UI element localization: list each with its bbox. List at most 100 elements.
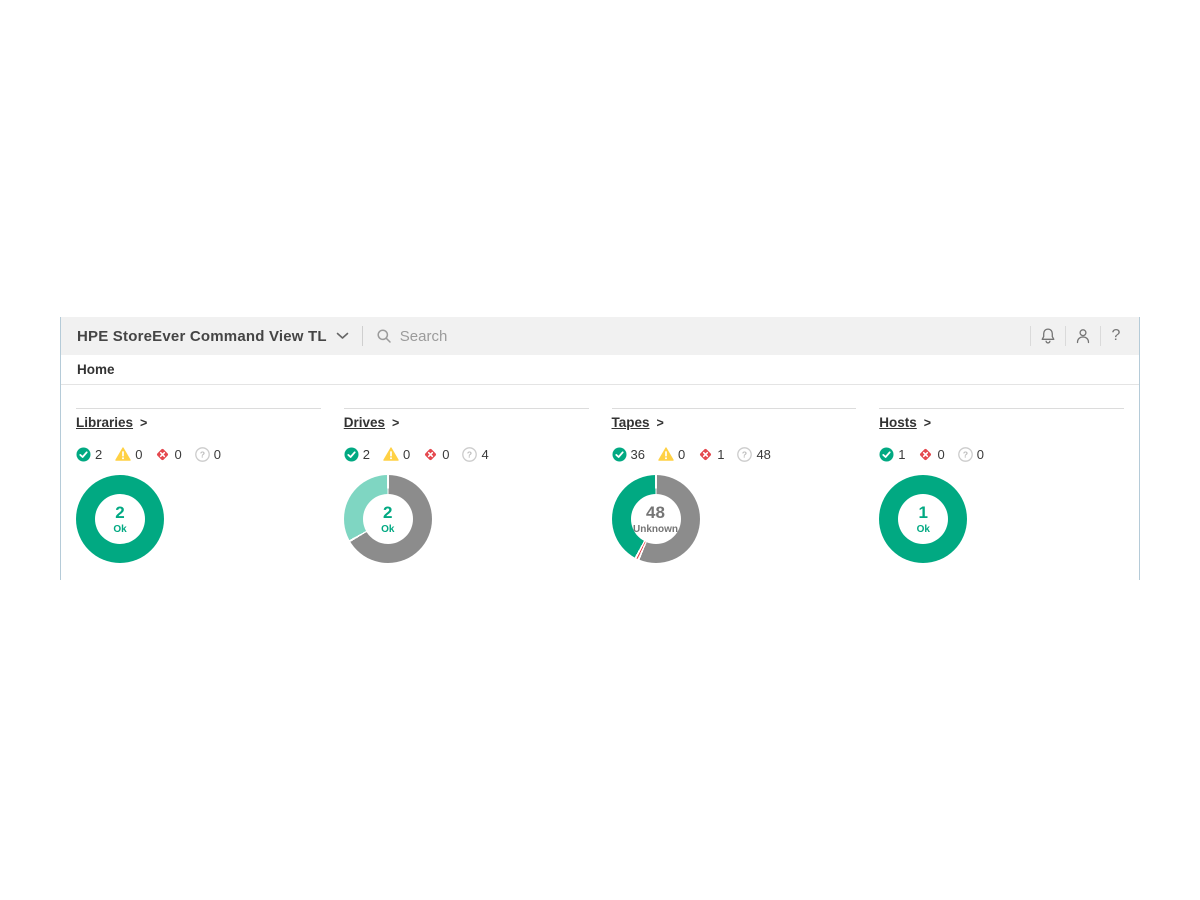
- chevron-right-icon: >: [140, 416, 148, 430]
- search-box[interactable]: [376, 327, 620, 345]
- unknown-icon: ?: [957, 446, 973, 462]
- notifications-button[interactable]: [1031, 319, 1065, 353]
- status-count: 36: [630, 446, 645, 462]
- donut-value: 1: [918, 502, 928, 522]
- ok-icon: [76, 447, 91, 462]
- status-critical: 1: [698, 447, 724, 462]
- drives-donut-chart: 2 Ok: [343, 475, 432, 563]
- search-icon: [376, 328, 392, 344]
- tapes-donut-chart: 48 Unknown: [611, 475, 700, 563]
- status-critical: 0: [918, 446, 945, 462]
- warning-icon: [383, 447, 399, 461]
- chevron-right-icon: >: [656, 416, 664, 430]
- status-ok: 36: [612, 447, 645, 462]
- status-count: 0: [213, 446, 221, 462]
- svg-text:?: ?: [467, 449, 472, 459]
- unknown-icon: ?: [194, 446, 210, 462]
- libraries-status-row: 2 0 0? 0: [76, 446, 321, 462]
- command-view-window: HPE StoreEver Command View TL Search ? H…: [60, 317, 1140, 580]
- status-count: 0: [976, 446, 984, 462]
- ok-icon: [879, 447, 894, 462]
- unknown-icon: ?: [462, 446, 478, 462]
- panel-drives: Drives > 2 0 0? 4 2 Ok: [343, 408, 589, 563]
- panel-libraries: Libraries > 2 0 0? 0 2 Ok: [76, 408, 321, 563]
- status-unknown: ? 0: [194, 446, 221, 462]
- panel-hosts: Hosts > 1 0? 0 1 Ok: [879, 408, 1124, 563]
- donut-value: 48: [646, 502, 665, 522]
- hosts-link[interactable]: Hosts: [879, 415, 917, 430]
- chevron-down-icon[interactable]: [336, 332, 349, 340]
- drives-status-row: 2 0 0? 4: [344, 446, 589, 462]
- status-warning: 0: [658, 447, 685, 462]
- divider: [361, 326, 363, 346]
- status-count: 2: [362, 446, 370, 462]
- warning-icon: [658, 447, 674, 461]
- help-button[interactable]: ?: [1101, 319, 1131, 353]
- donut-center: 48 Unknown: [630, 494, 681, 544]
- breadcrumb-home[interactable]: Home: [77, 362, 115, 377]
- status-unknown: ? 0: [957, 446, 984, 462]
- status-warning: 0: [115, 447, 142, 462]
- status-ok: 2: [344, 447, 370, 462]
- tapes-link[interactable]: Tapes: [612, 415, 650, 430]
- status-count: 0: [135, 446, 143, 462]
- critical-icon: [155, 447, 170, 462]
- status-critical: 0: [155, 446, 182, 462]
- chevron-right-icon: >: [392, 416, 400, 430]
- donut-status-label: Unknown: [633, 523, 678, 535]
- top-bar: HPE StoreEver Command View TL Search ?: [61, 317, 1139, 355]
- warning-icon: [115, 447, 131, 461]
- status-count: 1: [717, 446, 725, 462]
- critical-icon: [698, 447, 713, 462]
- status-count: 0: [677, 446, 686, 462]
- status-critical: 0: [423, 447, 449, 462]
- dashboard-content: Libraries > 2 0 0? 0 2 Ok Drives > 2 0 0? 4: [61, 408, 1139, 563]
- hosts-status-row: 1 0? 0: [879, 446, 1124, 462]
- svg-text:?: ?: [200, 449, 205, 459]
- chevron-right-icon: >: [923, 416, 932, 430]
- donut-value: 2: [115, 502, 125, 522]
- tapes-status-row: 36 0 1? 48: [612, 446, 857, 462]
- status-unknown: ? 48: [737, 446, 771, 462]
- topbar-actions: ?: [1030, 319, 1131, 353]
- donut-center: 2 Ok: [95, 494, 145, 544]
- status-ok: 2: [76, 447, 102, 462]
- person-icon: [1074, 327, 1092, 345]
- unknown-icon: ?: [737, 446, 753, 462]
- status-unknown: ? 4: [462, 446, 489, 462]
- donut-value: 2: [383, 502, 393, 522]
- libraries-link[interactable]: Libraries: [76, 415, 133, 430]
- account-button[interactable]: [1066, 319, 1100, 353]
- panels-grid: Libraries > 2 0 0? 0 2 Ok Drives > 2 0 0? 4: [76, 408, 1124, 563]
- donut-center: 1 Ok: [898, 494, 949, 544]
- panel-tapes: Tapes > 36 0 1? 48 48 Unknown: [611, 408, 857, 563]
- critical-icon: [918, 447, 933, 462]
- svg-text:?: ?: [742, 449, 747, 459]
- bell-icon: [1039, 327, 1057, 345]
- status-count: 4: [481, 446, 489, 462]
- hosts-donut-chart: 1 Ok: [879, 475, 968, 563]
- donut-status-label: Ok: [113, 523, 127, 535]
- status-count: 1: [898, 446, 906, 462]
- status-ok: 1: [879, 447, 905, 462]
- ok-icon: [344, 447, 359, 462]
- donut-status-label: Ok: [916, 523, 930, 535]
- status-count: 0: [442, 446, 450, 462]
- donut-center: 2 Ok: [362, 494, 413, 544]
- status-count: 48: [756, 446, 771, 462]
- donut-status-label: Ok: [381, 523, 395, 535]
- breadcrumb-bar: Home: [61, 355, 1139, 385]
- drives-link[interactable]: Drives: [344, 415, 385, 430]
- ok-icon: [612, 447, 627, 462]
- libraries-donut-chart: 2 Ok: [76, 475, 164, 563]
- svg-text:?: ?: [963, 449, 968, 459]
- status-warning: 0: [383, 447, 410, 462]
- search-input[interactable]: [399, 327, 620, 345]
- app-title-dropdown[interactable]: HPE StoreEver Command View TL: [77, 328, 327, 345]
- status-count: 2: [95, 446, 103, 462]
- critical-icon: [423, 447, 438, 462]
- help-icon: ?: [1111, 327, 1121, 344]
- status-count: 0: [937, 446, 945, 462]
- status-count: 0: [402, 446, 411, 462]
- status-count: 0: [174, 446, 182, 462]
